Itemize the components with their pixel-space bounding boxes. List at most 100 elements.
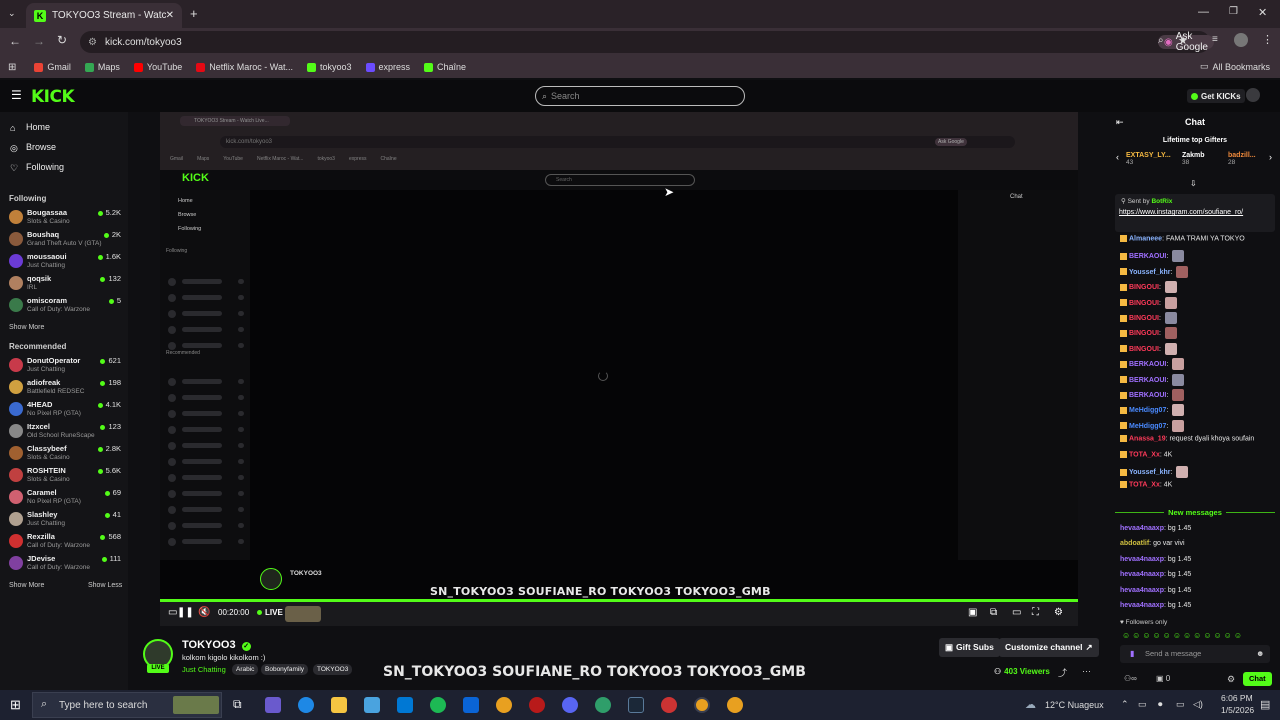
bookmark-item[interactable]: Maps (84, 62, 120, 72)
chat-message[interactable]: BINGOUI: (1120, 327, 1177, 340)
show-more-following[interactable]: Show More (9, 324, 44, 331)
tab-search-icon[interactable]: ⌄ (8, 8, 16, 19)
app-red-icon[interactable] (529, 697, 545, 713)
chat-message[interactable]: BERKAOUI: (1120, 250, 1185, 263)
notifications-icon[interactable]: ▤ (1260, 698, 1270, 711)
emoji-icon[interactable]: ☻ (1256, 649, 1264, 658)
chat-message[interactable]: MeHdigg07: (1120, 404, 1185, 417)
nav-browse[interactable]: ◎ Browse (10, 142, 56, 153)
gifter-item[interactable]: badzill... 28 (1228, 152, 1256, 166)
sidebar-channel[interactable]: Rexzilla Call of Duty: Warzone 568 (9, 532, 121, 552)
more-options-icon[interactable]: ⋯ (1082, 666, 1091, 677)
chat-message[interactable]: hevaa4naaxp: bg 1.45 (1120, 587, 1191, 594)
chrome-profile-icon[interactable] (727, 697, 743, 713)
chat-message[interactable]: BERKAOUI: (1120, 358, 1185, 371)
chat-message[interactable]: abdoatlif: go var vivi (1120, 540, 1185, 547)
clip-icon[interactable]: ▭ (1012, 607, 1021, 618)
streamer-name[interactable]: TOKYOO3 ✓ (182, 639, 251, 651)
gifters-prev-icon[interactable]: ‹ (1116, 152, 1119, 162)
sidebar-channel[interactable]: Bougassaa Slots & Casino 5.2K (9, 208, 121, 228)
nav-home[interactable]: ⌂ Home (10, 122, 50, 133)
tag-bobonyfamily[interactable]: Bobonyfamily (261, 664, 309, 675)
bookmark-item[interactable]: tokyoo3 (306, 62, 352, 72)
task-view-icon[interactable]: ⧉ (233, 697, 242, 712)
fullscreen-icon[interactable]: ⛶ (1032, 607, 1039, 618)
user-avatar[interactable] (1246, 88, 1260, 102)
close-tab-icon[interactable]: ✕ (166, 10, 174, 21)
spotify-icon[interactable] (430, 697, 446, 713)
chat-message[interactable]: BINGOUI: (1120, 312, 1177, 324)
sidebar-channel[interactable]: Itzxcel Old School RuneScape 123 (9, 422, 121, 442)
stream-category[interactable]: Just Chatting (182, 665, 226, 674)
sidebar-channel[interactable]: adiofreak Battlefield REDSEC 198 (9, 378, 121, 398)
chat-send-button[interactable]: Chat (1243, 672, 1272, 686)
chat-message[interactable]: BERKAOUI: (1120, 389, 1185, 401)
chat-message[interactable]: hevaa4naaxp: bg 1.45 (1120, 602, 1191, 609)
restore-icon[interactable]: ❐ (1229, 6, 1238, 17)
zoom-icon[interactable]: ⌕ (1158, 35, 1164, 46)
app-chart-icon[interactable] (661, 697, 677, 713)
chat-message[interactable]: hevaa4naaxp: bg 1.45 (1120, 556, 1191, 563)
chat-input[interactable]: Send a message (1120, 645, 1270, 663)
reload-icon[interactable]: ↻ (57, 33, 67, 47)
chat-settings-icon[interactable]: ⚙ (1227, 674, 1235, 685)
mic-icon[interactable]: ⏺ (1158, 699, 1163, 710)
outlook-icon[interactable] (463, 697, 479, 713)
chat-message[interactable]: hevaa4naaxp: bg 1.45 (1120, 525, 1191, 532)
media-controls-icon[interactable]: ≡ (1212, 34, 1218, 45)
nav-following[interactable]: ♡ Following (10, 162, 64, 173)
sidebar-channel[interactable]: moussaoui Just Chatting 1.6K (9, 252, 121, 272)
chat-message[interactable]: hevaa4naaxp: bg 1.45 (1120, 571, 1191, 578)
show-less-recommended[interactable]: Show Less (88, 582, 122, 589)
emote-quick-row[interactable]: ☺☺☺☺☺☺☺☺☺☺☺☺ (1122, 631, 1244, 640)
all-bookmarks-button[interactable]: ▭ All Bookmarks (1200, 61, 1270, 72)
kick-logo[interactable]: KICK (31, 87, 75, 107)
pinned-message[interactable]: ⚲ Sent by BotRix https://www.instagram.c… (1115, 194, 1275, 232)
gifter-item[interactable]: EXTASY_LY... 43 (1126, 152, 1171, 166)
sidebar-channel[interactable]: Classybeef Slots & Casino 2.8K (9, 444, 121, 464)
notepad-icon[interactable] (364, 697, 380, 713)
gift-subs-button[interactable]: ▣ Gift Subs (939, 638, 1000, 657)
minimize-icon[interactable]: — (1198, 6, 1209, 18)
tag-tokyoo3[interactable]: TOKYOO3 (313, 664, 353, 675)
new-tab-icon[interactable]: + (190, 6, 198, 21)
sidebar-channel[interactable]: omiscoram Call of Duty: Warzone 5 (9, 296, 121, 316)
site-info-icon[interactable]: ⚙ (88, 37, 97, 48)
app-green-icon[interactable] (595, 697, 611, 713)
tag-arabic[interactable]: Arabic (232, 664, 259, 675)
sidebar-channel[interactable]: Caramel No Pixel RP (GTA) 69 (9, 488, 121, 508)
bookmark-item[interactable]: Chaîne (424, 62, 466, 72)
close-window-icon[interactable]: ✕ (1258, 6, 1267, 19)
chat-message[interactable]: Youssef_khr: (1120, 265, 1189, 278)
file-explorer-icon[interactable] (331, 697, 347, 713)
forward-icon[interactable]: → (33, 34, 45, 48)
sidebar-channel[interactable]: qoqsik IRL 132 (9, 274, 121, 294)
volume-tray-icon[interactable]: ◁) (1193, 699, 1203, 710)
discord-icon[interactable] (562, 697, 578, 713)
sidebar-channel[interactable]: Boushaq Grand Theft Auto V (GTA) 2K (9, 230, 121, 250)
chat-message[interactable]: Anassa_19: request dyali khoya soufain (1120, 435, 1254, 443)
chat-message[interactable]: TOTA_Xx: 4K (1120, 481, 1172, 489)
customize-channel-button[interactable]: Customize channel ↗ (999, 638, 1099, 657)
bookmark-item[interactable]: Gmail (34, 62, 71, 72)
chat-message[interactable]: MeHdigg07: (1120, 419, 1185, 432)
weather-text[interactable]: 12°C Nuageux (1045, 700, 1104, 710)
bookmark-item[interactable]: Netflix Maroc - Wat... (196, 62, 293, 72)
gifter-item[interactable]: Zakmb 38 (1182, 152, 1205, 166)
chrome-icon[interactable] (496, 697, 512, 713)
clock-time[interactable]: 6:06 PM (1221, 693, 1253, 703)
chat-message[interactable]: TOTA_Xx: 4K (1120, 450, 1172, 458)
show-more-recommended[interactable]: Show More (9, 582, 44, 589)
tray-app-icon[interactable]: ▭ (1138, 699, 1147, 710)
sidebar-channel[interactable]: DonutOperator Just Chatting 621 (9, 356, 121, 376)
network-icon[interactable]: ▭ (1176, 699, 1185, 710)
bookmark-item[interactable]: YouTube (133, 62, 182, 72)
copilot-icon[interactable] (265, 697, 281, 713)
windows-start-icon[interactable]: ⊞ (10, 697, 21, 713)
browser-tab[interactable]: K TOKYOO3 Stream - Watch Live... ✕ (26, 3, 182, 28)
bookmark-star-icon[interactable]: ★ (1178, 34, 1188, 47)
settings-icon[interactable]: ⚙ (1054, 607, 1063, 618)
chat-message[interactable]: BINGOUI: (1120, 296, 1177, 309)
taskbar-search[interactable]: ⌕ Type here to search (32, 692, 222, 718)
edge-icon[interactable] (298, 697, 314, 713)
